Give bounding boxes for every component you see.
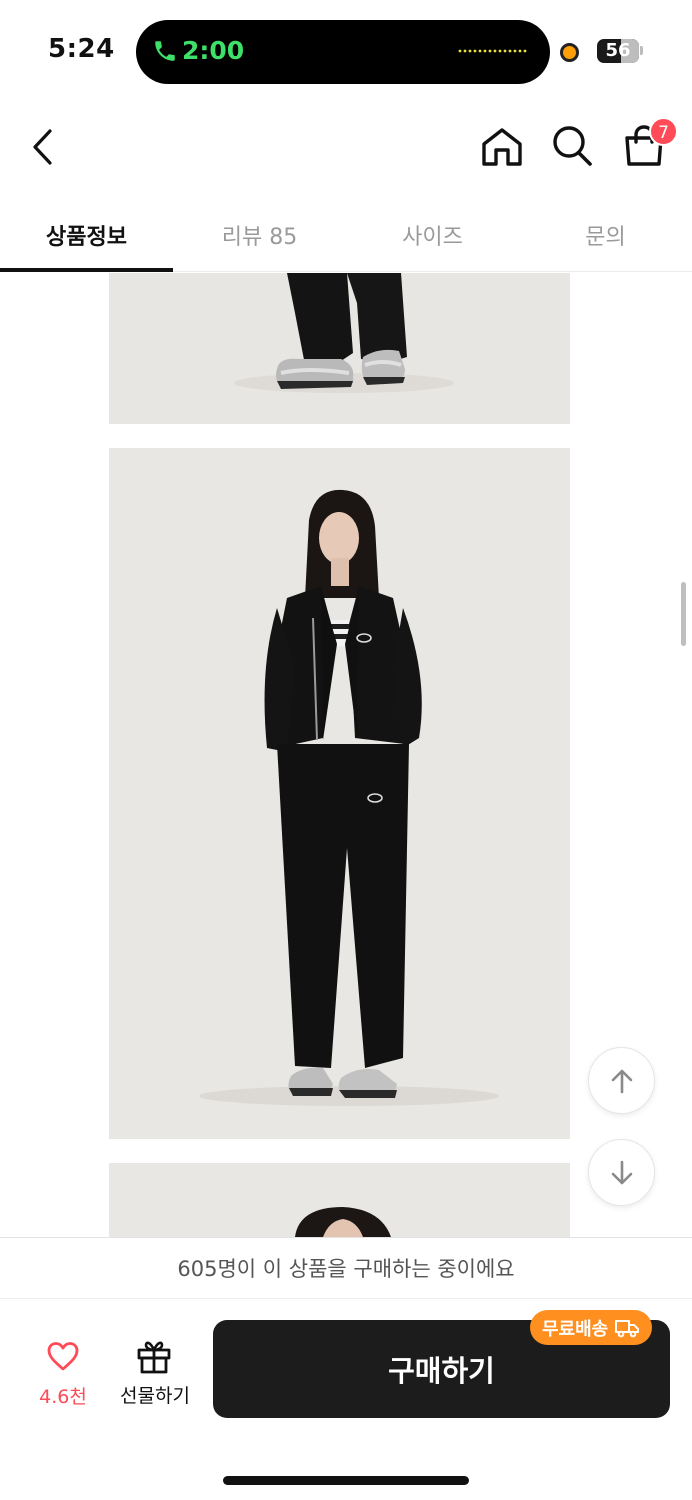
- arrow-down-icon: [611, 1160, 632, 1184]
- delivery-truck-icon: [615, 1319, 640, 1337]
- free-shipping-label: 무료배송: [542, 1318, 609, 1340]
- product-tabs: 상품정보 리뷰 85 사이즈 문의: [0, 198, 692, 272]
- back-button[interactable]: [22, 124, 62, 170]
- product-detail-image: [109, 273, 570, 424]
- status-time: 5:24: [48, 34, 115, 64]
- gift-icon: [137, 1341, 171, 1374]
- free-shipping-badge: 무료배송: [530, 1310, 653, 1345]
- phone-call-icon: [155, 41, 175, 61]
- model-head-illustration: [109, 1163, 570, 1237]
- status-bar: 5:24 2:00 56: [0, 0, 692, 100]
- search-button[interactable]: [551, 124, 593, 168]
- home-indicator[interactable]: [223, 1476, 469, 1485]
- product-detail-image: [109, 448, 570, 1139]
- chevron-left-icon: [33, 129, 52, 165]
- cart-count-badge: 7: [649, 117, 678, 146]
- home-button[interactable]: [480, 126, 524, 168]
- tab-size[interactable]: 사이즈: [346, 198, 519, 272]
- active-tab-indicator: [0, 268, 173, 272]
- like-count: 4.6천: [39, 1386, 87, 1408]
- audio-waveform-icon: [458, 49, 527, 53]
- arrow-up-icon: [611, 1069, 632, 1093]
- search-icon: [553, 126, 592, 166]
- tab-reviews[interactable]: 리뷰 85: [173, 198, 346, 272]
- battery-icon: 56: [597, 39, 639, 63]
- tab-inquiry[interactable]: 문의: [519, 198, 692, 272]
- battery-cap: [640, 46, 643, 55]
- scrollbar-thumb[interactable]: [681, 582, 686, 646]
- model-legs-illustration: [109, 273, 570, 424]
- heart-icon: [47, 1342, 79, 1371]
- scroll-to-top-button[interactable]: [588, 1047, 655, 1114]
- like-button[interactable]: 4.6천: [30, 1340, 96, 1410]
- call-duration: 2:00: [182, 36, 245, 65]
- gift-label: 선물하기: [120, 1385, 190, 1407]
- scroll-down-button[interactable]: [588, 1139, 655, 1206]
- model-full-body-illustration: [109, 448, 570, 1139]
- tab-product-info[interactable]: 상품정보: [0, 198, 173, 272]
- battery-level: 56: [605, 40, 631, 61]
- purchasing-now-notice: 605명이 이 상품을 구매하는 중이에요: [0, 1237, 692, 1299]
- product-detail-image: [109, 1163, 570, 1237]
- gift-button[interactable]: 선물하기: [114, 1338, 196, 1408]
- home-icon: [482, 128, 522, 166]
- microphone-in-use-indicator: [560, 43, 579, 62]
